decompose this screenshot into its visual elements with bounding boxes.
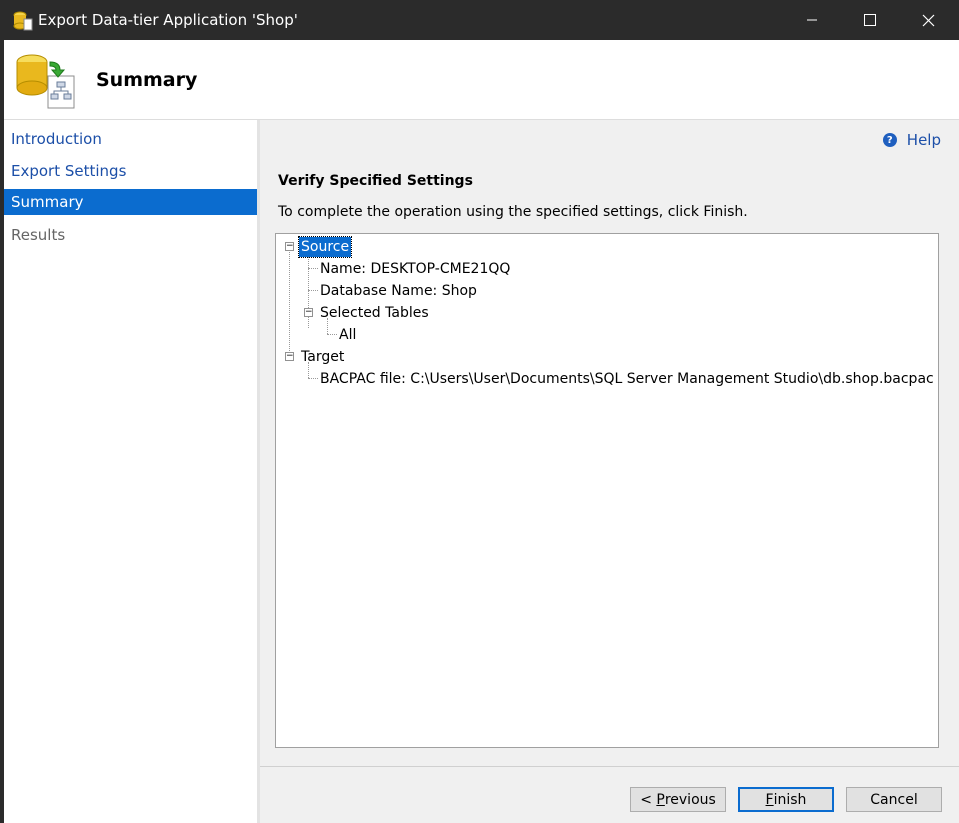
- maximize-button[interactable]: [841, 0, 899, 40]
- database-export-icon: [16, 54, 75, 109]
- tree-node-all-tables[interactable]: All: [339, 325, 356, 345]
- help-link[interactable]: ? Help: [882, 131, 941, 149]
- tree-node-database-name[interactable]: Database Name: Shop: [320, 281, 477, 301]
- finish-label: inish: [773, 791, 807, 808]
- finish-hotkey: F: [765, 791, 774, 808]
- tree-node-source[interactable]: Source: [297, 236, 353, 258]
- previous-button[interactable]: < Previous: [630, 787, 726, 812]
- nav-item-introduction[interactable]: Introduction: [4, 126, 257, 152]
- help-label: Help: [906, 131, 941, 149]
- collapse-selected-tables-toggle[interactable]: −: [304, 308, 313, 317]
- tree-connector: [327, 334, 337, 335]
- tree-node-target[interactable]: Target: [301, 347, 344, 367]
- nav-item-export-settings[interactable]: Export Settings: [4, 158, 257, 184]
- previous-prefix: <: [640, 791, 657, 808]
- window-title: Export Data-tier Application 'Shop': [38, 11, 298, 29]
- maximize-icon: [864, 14, 876, 26]
- tree-node-bacpac-file[interactable]: BACPAC file: C:\Users\User\Documents\SQL…: [320, 369, 934, 389]
- nav-item-summary[interactable]: Summary: [4, 189, 257, 215]
- export-dialog: Export Data-tier Application 'Shop' Summ…: [4, 0, 959, 823]
- tree-node-name[interactable]: Name: DESKTOP-CME21QQ: [320, 259, 510, 279]
- previous-label: revious: [664, 791, 716, 808]
- tree-connector: [308, 378, 318, 379]
- page-title: Summary: [96, 69, 198, 91]
- wizard-navigation: Introduction Export Settings Summary Res…: [4, 120, 258, 823]
- section-title: Verify Specified Settings: [278, 173, 473, 189]
- settings-tree[interactable]: − − − Source Name: DESKTOP-CME21QQ Datab…: [275, 233, 939, 748]
- database-export-icon: [13, 11, 33, 31]
- minimize-icon: [807, 19, 817, 21]
- cancel-button[interactable]: Cancel: [846, 787, 942, 812]
- tree-node-selected-tables[interactable]: Selected Tables: [320, 303, 429, 323]
- previous-hotkey: P: [656, 791, 665, 808]
- summary-pane: ? Help Verify Specified Settings To comp…: [260, 120, 959, 823]
- finish-button[interactable]: Finish: [738, 787, 834, 812]
- footer-divider: [260, 766, 959, 767]
- instruction-text: To complete the operation using the spec…: [278, 204, 748, 220]
- tree-connector: [308, 268, 318, 269]
- close-icon: [922, 14, 934, 26]
- help-icon: ?: [882, 133, 897, 147]
- page-header: Summary: [4, 40, 959, 120]
- nav-item-results: Results: [11, 226, 66, 244]
- collapse-source-toggle[interactable]: −: [285, 242, 294, 251]
- close-button[interactable]: [899, 0, 957, 40]
- tree-connector: [289, 252, 290, 357]
- title-bar[interactable]: Export Data-tier Application 'Shop': [4, 0, 959, 40]
- collapse-target-toggle[interactable]: −: [285, 352, 294, 361]
- tree-connector: [308, 290, 318, 291]
- minimize-button[interactable]: [783, 0, 841, 40]
